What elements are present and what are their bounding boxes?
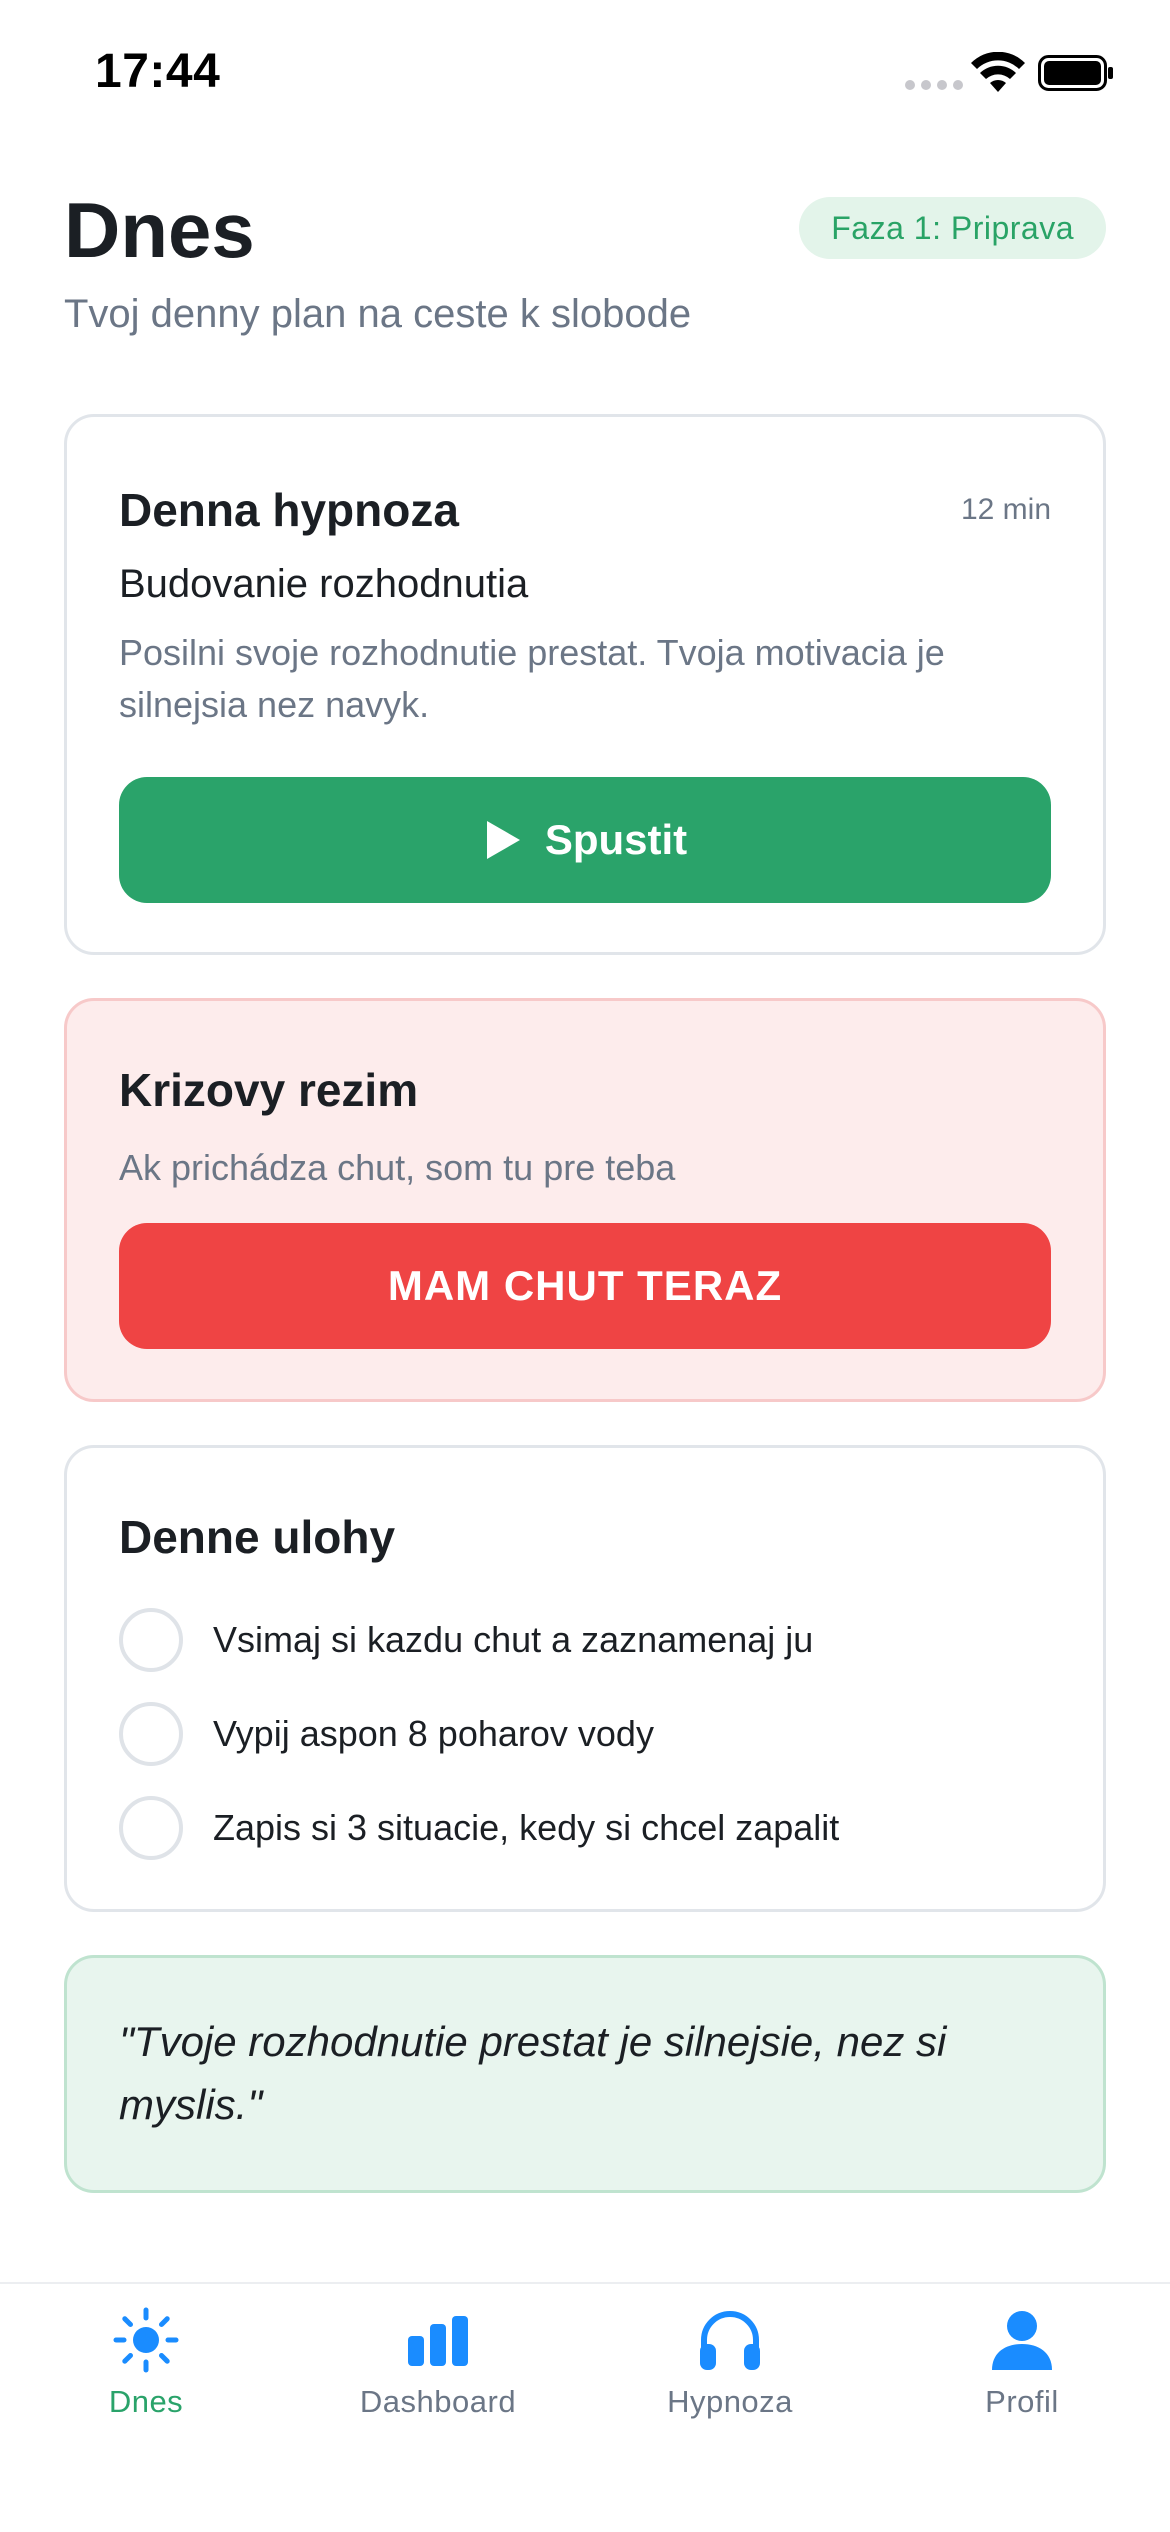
tab-label: Dnes — [108, 2384, 184, 2419]
bottom-tab-bar: Dnes Dashboard Hypnoza Profil — [0, 2282, 1170, 2532]
person-icon — [992, 2311, 1052, 2370]
tab-profil[interactable]: Profil — [876, 2284, 1168, 2464]
task-label: Vypij aspon 8 poharov vody — [213, 1713, 654, 1754]
task-label: Vsimaj si kazdu chut a zaznamenaj ju — [213, 1619, 814, 1660]
headphones-icon — [700, 2311, 760, 2370]
motivational-quote-card: "Tvoje rozhodnutie prestat je silnejsie,… — [64, 1955, 1106, 2193]
page-header: Dnes Tvoj denny plan na ceste k slobode … — [64, 185, 1106, 339]
task-item[interactable]: Zapis si 3 situacie, kedy si chcel zapal… — [119, 1796, 1059, 1860]
crisis-card-heading: Krizovy rezim — [119, 1064, 419, 1116]
tasks-card-heading: Denne ulohy — [119, 1511, 396, 1563]
craving-now-button[interactable]: MAM CHUT TERAZ — [119, 1223, 1051, 1349]
status-time: 17:44 — [95, 45, 221, 98]
daily-tasks-card: Denne ulohy Vsimaj si kazdu chut a zazna… — [64, 1445, 1106, 1912]
crisis-mode-card: Krizovy rezim Ak prichádza chut, som tu … — [64, 998, 1106, 1402]
task-label: Zapis si 3 situacie, kedy si chcel zapal… — [213, 1807, 840, 1848]
start-button-label: Spustit — [544, 816, 688, 863]
tab-label: Profil — [985, 2384, 1059, 2419]
crisis-card-subtitle: Ak prichádza chut, som tu pre teba — [119, 1147, 676, 1188]
wifi-icon — [971, 52, 1025, 92]
hypnosis-duration: 12 min — [960, 493, 1051, 526]
tab-hypnoza[interactable]: Hypnoza — [584, 2284, 876, 2464]
tab-label: Dashboard — [359, 2384, 517, 2419]
hypnosis-card-heading: Denna hypnoza — [119, 484, 459, 536]
task-checkbox[interactable] — [119, 1702, 183, 1766]
task-checkbox[interactable] — [119, 1608, 183, 1672]
quote-text: "Tvoje rozhodnutie prestat je silnejsie,… — [119, 2018, 947, 2128]
cellular-signal-icon — [905, 80, 963, 90]
phase-badge: Faza 1: Priprava — [799, 197, 1106, 259]
task-item[interactable]: Vsimaj si kazdu chut a zaznamenaj ju — [119, 1608, 1059, 1672]
sun-icon — [113, 2307, 179, 2373]
start-hypnosis-button[interactable]: Spustit — [119, 777, 1051, 903]
tab-dashboard[interactable]: Dashboard — [292, 2284, 584, 2464]
task-checkbox[interactable] — [119, 1796, 183, 1860]
battery-icon — [1038, 55, 1113, 91]
task-list: Vsimaj si kazdu chut a zaznamenaj ju Vyp… — [119, 1608, 1059, 1890]
tab-dnes[interactable]: Dnes — [0, 2284, 292, 2464]
daily-hypnosis-card: Denna hypnoza 12 min Budovanie rozhodnut… — [64, 414, 1106, 955]
page-subtitle: Tvoj denny plan na ceste k slobode — [64, 292, 692, 336]
bar-chart-icon — [408, 2316, 468, 2366]
play-icon — [486, 821, 520, 859]
status-bar: 17:44 — [0, 0, 1170, 150]
task-item[interactable]: Vypij aspon 8 poharov vody — [119, 1702, 1059, 1766]
hypnosis-session-title: Budovanie rozhodnutia — [119, 562, 529, 606]
tab-label: Hypnoza — [667, 2384, 793, 2419]
hypnosis-description: Posilni svoje rozhodnutie prestat. Tvoja… — [119, 632, 945, 725]
